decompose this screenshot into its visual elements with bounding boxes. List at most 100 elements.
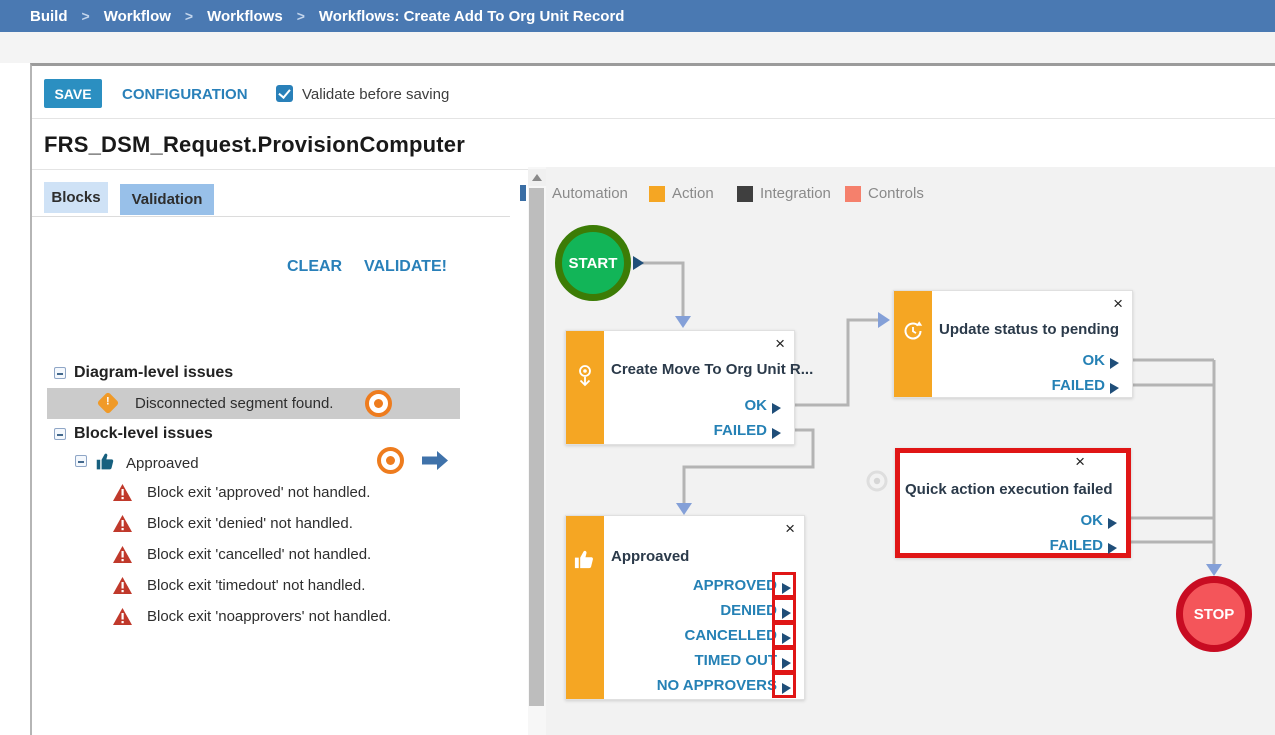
exit-arrow-icon[interactable] [1108, 518, 1117, 529]
exit-label: FAILED [1052, 377, 1105, 394]
exit-arrow-icon[interactable] [1108, 543, 1117, 554]
error-triangle-icon [112, 576, 133, 595]
block-approaved[interactable]: × Approaved APPROVED DENIED CANCELLED TI… [565, 515, 805, 700]
go-to-block-arrow-icon[interactable] [420, 450, 450, 471]
stop-label: STOP [1194, 606, 1235, 623]
issue-row-disconnected-segment[interactable]: Disconnected segment found. [47, 388, 460, 419]
warning-icon [97, 392, 120, 415]
top-gap [0, 32, 1275, 63]
approaved-node-label[interactable]: Approaved [126, 455, 199, 472]
expander-diagram-issues[interactable] [54, 367, 66, 379]
exit-label: OK [745, 397, 768, 414]
page-title: FRS_DSM_Request.ProvisionComputer [44, 132, 465, 158]
block-issues-group-label: Block-level issues [74, 425, 213, 443]
block-update-status-to-pending[interactable]: × Update status to pending OK FAILED [893, 290, 1133, 398]
history-icon [901, 319, 925, 343]
stop-node[interactable]: STOP [1176, 576, 1252, 652]
divider [32, 216, 510, 217]
error-triangle-icon [112, 607, 133, 626]
block-error-text: Block exit 'denied' not handled. [147, 515, 353, 532]
block-stripe [566, 516, 604, 699]
block-error-text: Block exit 'cancelled' not handled. [147, 546, 371, 563]
block-quick-action-execution-failed[interactable]: × Quick action execution failed OK FAILE… [895, 448, 1131, 558]
block-create-move-to-org-unit[interactable]: × Create Move To Org Unit R... OK FAILED [565, 330, 795, 445]
error-triangle-icon [112, 514, 133, 533]
scrollbar-up-button[interactable] [528, 169, 546, 186]
start-node[interactable]: START [555, 225, 631, 301]
exit-label: APPROVED [693, 577, 777, 594]
block-title: Create Move To Org Unit R... [611, 361, 813, 378]
configuration-link[interactable]: CONFIGURATION [122, 86, 248, 103]
exit-arrow-icon[interactable] [772, 428, 781, 439]
issue-text: Disconnected segment found. [135, 395, 333, 412]
toolbar: SAVE CONFIGURATION Validate before savin… [32, 66, 1275, 119]
block-title: Quick action execution failed [905, 481, 1113, 498]
legend-swatch-action [649, 186, 665, 202]
record-create-icon [573, 363, 597, 393]
exit-failed[interactable]: FAILED [896, 533, 1130, 558]
validate-before-saving-checkbox[interactable] [276, 85, 293, 102]
exit-label: TIMED OUT [695, 652, 778, 669]
error-triangle-icon [112, 483, 133, 502]
block-error-row: Block exit 'timedout' not handled. [112, 572, 365, 598]
validate-button[interactable]: VALIDATE! [364, 258, 447, 276]
tab-validation[interactable]: Validation [120, 184, 214, 215]
exit-failed[interactable]: FAILED [932, 373, 1132, 398]
exit-label: FAILED [714, 422, 767, 439]
start-label: START [569, 255, 618, 272]
breadcrumb-separator: > [82, 8, 90, 24]
annotation-box-cancelled-arrow [772, 622, 796, 648]
save-button[interactable]: SAVE [44, 79, 102, 108]
close-icon[interactable]: × [1113, 295, 1123, 312]
close-icon[interactable]: × [785, 520, 795, 537]
breadcrumb-separator: > [185, 8, 193, 24]
legend-swatch-automation-partial [520, 185, 526, 201]
error-triangle-icon [112, 545, 133, 564]
exit-arrow-icon[interactable] [1110, 358, 1119, 369]
block-stripe [566, 331, 604, 444]
exit-arrow-icon[interactable] [1110, 383, 1119, 394]
block-error-row: Block exit 'denied' not handled. [112, 510, 353, 536]
exit-ok[interactable]: OK [932, 348, 1132, 373]
legend-swatch-controls [845, 186, 861, 202]
close-icon[interactable]: × [775, 335, 785, 352]
breadcrumb-workflow[interactable]: Workflow [104, 8, 171, 25]
legend-label: Action [672, 185, 714, 202]
breadcrumb-workflows[interactable]: Workflows [207, 8, 283, 25]
exit-label: OK [1083, 352, 1106, 369]
block-error-row: Block exit 'noapprovers' not handled. [112, 603, 391, 629]
legend-item-automation: Automation [552, 185, 628, 202]
block-error-text: Block exit 'approved' not handled. [147, 484, 370, 501]
block-title: Approaved [611, 548, 689, 565]
exit-ok[interactable]: OK [604, 393, 794, 418]
breadcrumb: Build > Workflow > Workflows > Workflows… [0, 0, 1275, 32]
block-title: Update status to pending [939, 321, 1119, 338]
exit-ok[interactable]: OK [896, 508, 1130, 533]
close-icon[interactable]: × [1075, 453, 1085, 470]
breadcrumb-current-page: Workflows: Create Add To Org Unit Record [319, 8, 625, 25]
legend-swatch-integration [737, 186, 753, 202]
tab-blocks[interactable]: Blocks [44, 182, 108, 213]
diagram-scrollbar-thumb[interactable] [529, 188, 544, 706]
locate-target-icon[interactable] [377, 447, 404, 474]
breadcrumb-build[interactable]: Build [30, 8, 68, 25]
legend-item-action: Action [649, 185, 714, 202]
validation-panel: Blocks Validation CLEAR VALIDATE! Diagra… [32, 170, 530, 735]
diagram-issues-group-label: Diagram-level issues [74, 364, 233, 382]
legend-item-integration: Integration [737, 185, 831, 202]
locate-target-icon[interactable] [365, 390, 392, 417]
expander-block-issues[interactable] [54, 428, 66, 440]
expander-approaved[interactable] [75, 455, 87, 467]
exit-failed[interactable]: FAILED [604, 418, 794, 443]
exit-label: DENIED [720, 602, 777, 619]
validate-before-saving-label: Validate before saving [302, 86, 449, 103]
annotation-box-approved-arrow [772, 572, 796, 598]
annotation-box-denied-arrow [772, 597, 796, 623]
annotation-box-timed-out-arrow [772, 647, 796, 673]
exit-arrow-icon[interactable] [772, 403, 781, 414]
clear-button[interactable]: CLEAR [287, 258, 342, 276]
annotation-box-no-approvers-arrow [772, 672, 796, 698]
legend-label: Integration [760, 185, 831, 202]
exit-label: FAILED [1050, 537, 1103, 554]
block-error-text: Block exit 'noapprovers' not handled. [147, 608, 391, 625]
